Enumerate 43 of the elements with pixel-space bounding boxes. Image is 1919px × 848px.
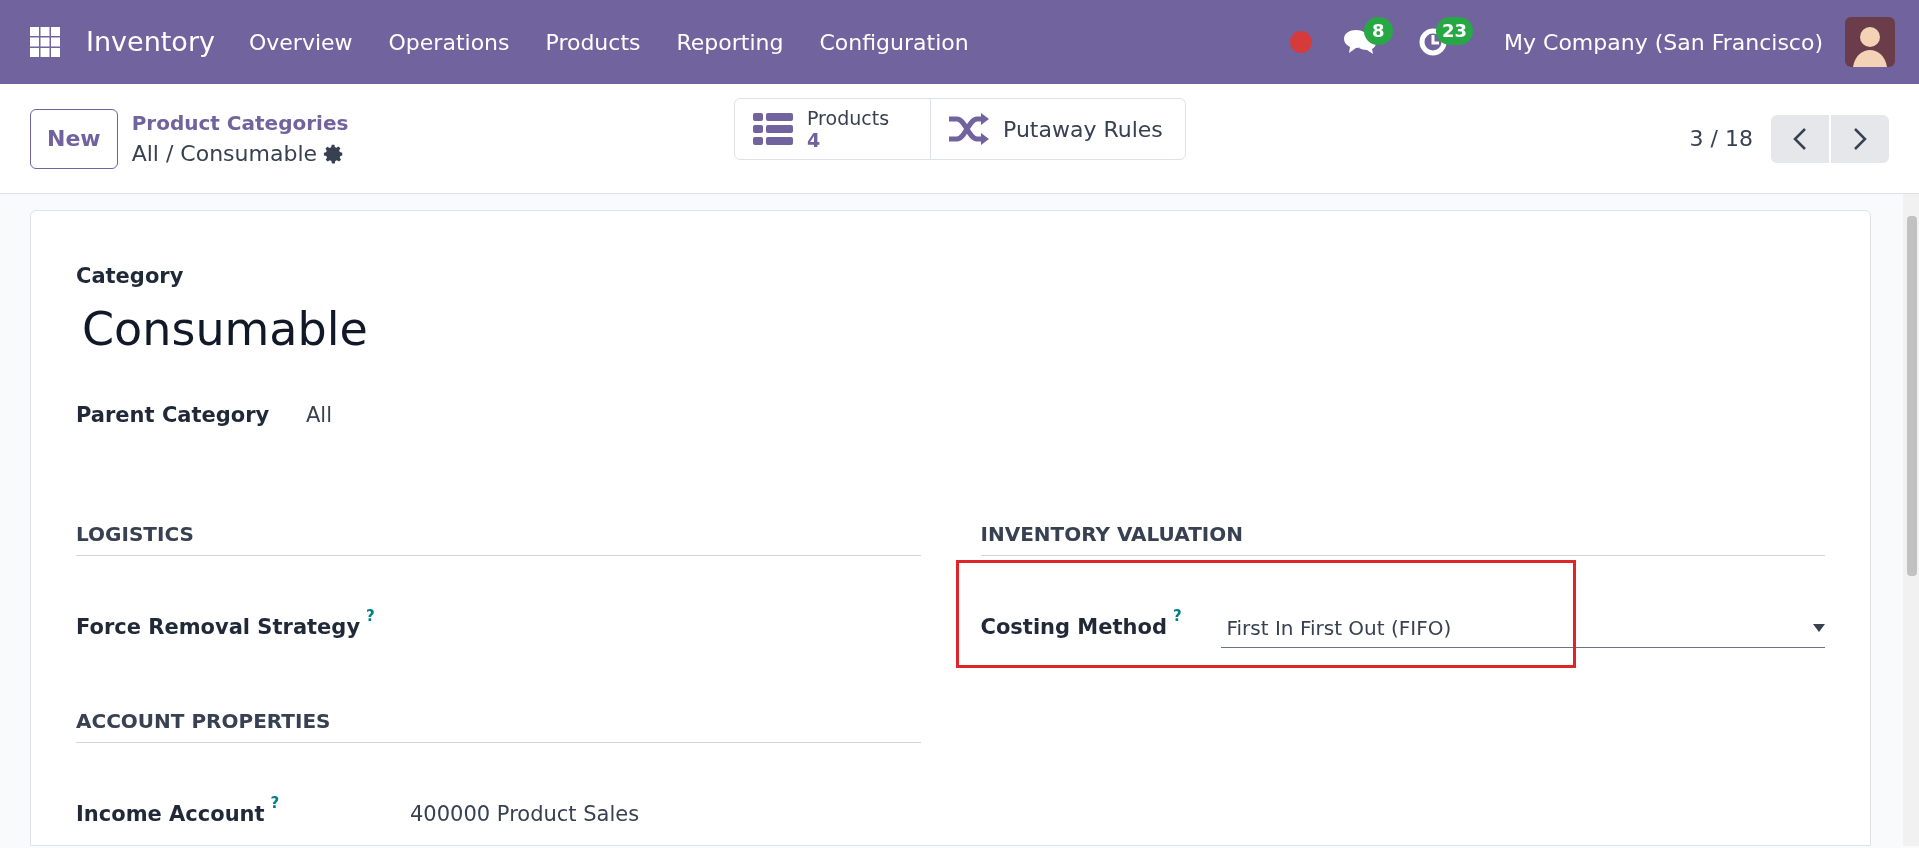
income-account-value: 400000 Product Sales <box>410 801 640 829</box>
message-count-badge: 8 <box>1364 17 1393 45</box>
list-icon <box>753 113 793 145</box>
menu-item[interactable]: Operations <box>388 25 510 59</box>
breadcrumb-link[interactable]: Product Categories <box>131 107 349 138</box>
company-name[interactable]: My Company (San Francisco) <box>1504 25 1823 59</box>
next-button[interactable] <box>1831 114 1889 163</box>
chevron-left-icon <box>1793 126 1807 151</box>
pager-value: 3 / 18 <box>1689 125 1753 153</box>
section-title: INVENTORY VALUATION <box>980 519 1825 556</box>
menu-item[interactable]: Products <box>545 25 641 59</box>
field-label: Income Account <box>76 801 265 829</box>
help-tooltip-icon[interactable]: ? <box>1172 608 1182 625</box>
apps-grid-icon[interactable] <box>30 27 60 57</box>
field-label: Category <box>76 263 185 290</box>
app-title[interactable]: Inventory <box>86 21 215 63</box>
smart-button[interactable]: Putaway Rules <box>930 98 1186 160</box>
shuffle-icon <box>949 113 989 145</box>
field-label: Costing Method <box>980 614 1167 642</box>
field-label: Force Removal Strategy <box>76 614 361 642</box>
record-path: All / Consumable <box>131 139 318 168</box>
help-tooltip-icon[interactable]: ? <box>366 608 375 625</box>
parent-category-value: All <box>306 401 333 429</box>
menu-item[interactable]: Overview <box>248 25 353 59</box>
category-name: Consumable <box>82 300 369 358</box>
caret-icon <box>1813 623 1825 632</box>
chevron-right-icon <box>1853 126 1867 151</box>
previous-button[interactable] <box>1771 114 1829 163</box>
avatar-icon[interactable] <box>1845 17 1895 67</box>
new-button[interactable]: New <box>30 108 118 169</box>
help-tooltip-icon[interactable]: ? <box>270 795 280 812</box>
product-count: 4 <box>807 129 821 151</box>
smart-button[interactable]: Products 4 <box>734 98 931 160</box>
section-title: ACCOUNT PROPERTIES <box>76 706 921 743</box>
section-title: LOGISTICS <box>76 519 921 556</box>
costing-method-select[interactable]: First In First Out (FIFO) <box>1220 608 1825 648</box>
menu-item[interactable]: Configuration <box>819 25 969 59</box>
menu-item[interactable]: Reporting <box>676 25 784 59</box>
smart-button-label: Putaway Rules <box>1003 115 1163 144</box>
smart-button-label: Products <box>807 107 890 129</box>
scrollbar[interactable] <box>1903 194 1919 846</box>
field-label: Parent Category <box>76 401 271 429</box>
activity-count-badge: 23 <box>1436 17 1474 45</box>
